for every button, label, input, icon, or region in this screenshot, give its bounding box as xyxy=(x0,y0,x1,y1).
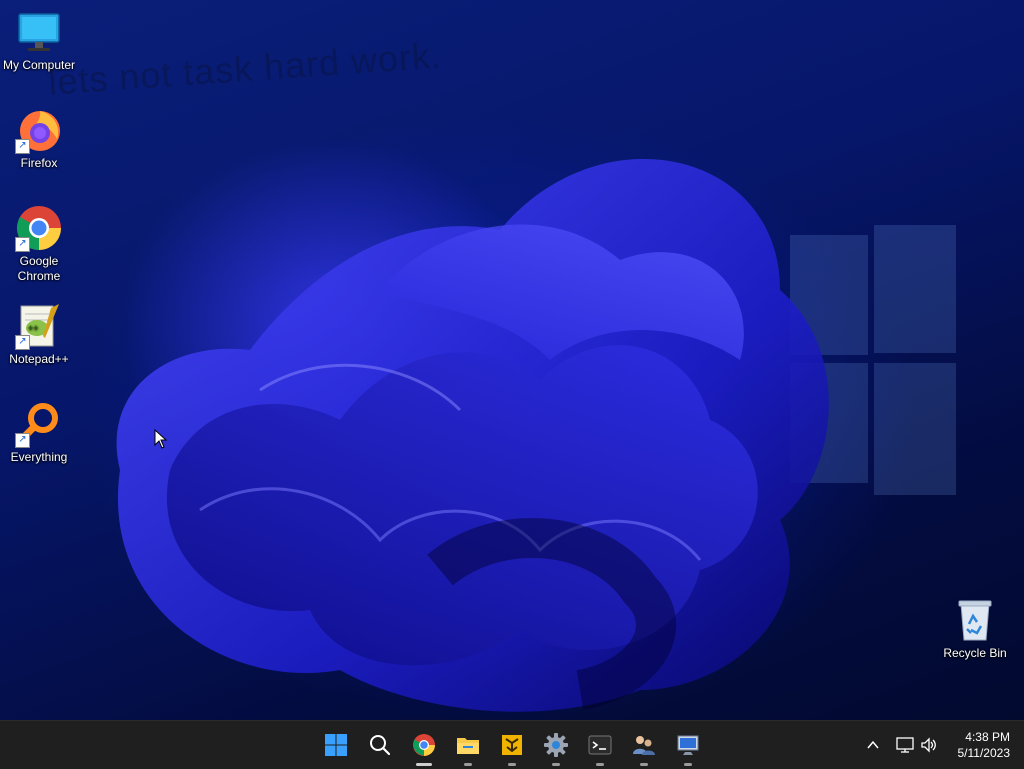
chrome-icon: ↗ xyxy=(15,204,63,252)
clock-time: 4:38 PM xyxy=(965,730,1010,744)
shortcut-arrow-icon: ↗ xyxy=(15,237,30,252)
firefox-icon: ↗ xyxy=(15,106,63,154)
tray-show-hidden-button[interactable] xyxy=(864,721,882,769)
running-indicator xyxy=(640,763,648,766)
tray-clock[interactable]: 4:38 PM 5/11/2023 xyxy=(958,729,1011,761)
remote-desktop-icon xyxy=(677,735,699,755)
yellow-tool-icon xyxy=(502,735,522,755)
mouse-cursor-icon xyxy=(154,429,168,449)
running-indicator xyxy=(508,763,516,766)
search-icon xyxy=(370,735,391,756)
folder-icon xyxy=(457,738,479,754)
users-icon xyxy=(633,736,655,755)
desktop-icon-label: Google Chrome xyxy=(17,254,61,283)
shortcut-arrow-icon: ↗ xyxy=(15,433,30,448)
desktop-icon-label: Firefox xyxy=(20,156,58,170)
taskbar-settings-button[interactable] xyxy=(538,727,574,766)
taskbar-tool-button[interactable] xyxy=(494,727,530,766)
running-indicator xyxy=(596,763,604,766)
desktop-icon-my-computer[interactable]: My Computer xyxy=(0,8,78,73)
taskbar-chrome-button[interactable] xyxy=(406,727,442,766)
desktop-icon-label: My Computer xyxy=(2,58,76,72)
desktop[interactable]: lets not task hard work. My Computer ↗ F… xyxy=(0,0,1024,720)
taskbar-start-button[interactable] xyxy=(318,727,354,763)
desktop-icon-label: Recycle Bin xyxy=(943,646,1007,660)
taskbar-remote-desktop-button[interactable] xyxy=(670,727,706,766)
taskbar: 4:38 PM 5/11/2023 xyxy=(0,720,1024,769)
wallpaper-bloom xyxy=(116,158,829,712)
taskbar-file-explorer-button[interactable] xyxy=(450,727,486,766)
desktop-icon-recycle-bin[interactable]: Recycle Bin xyxy=(936,596,1014,661)
running-indicator xyxy=(684,763,692,766)
notepadpp-icon: ++ ↗ xyxy=(15,302,63,350)
recycle-bin-icon xyxy=(951,596,999,644)
chevron-up-icon xyxy=(867,740,879,749)
desktop-icon-firefox[interactable]: ↗ Firefox xyxy=(0,106,78,171)
desktop-icon-google-chrome[interactable]: ↗ Google Chrome xyxy=(0,204,78,284)
running-indicator xyxy=(552,763,560,766)
shortcut-arrow-icon: ↗ xyxy=(15,335,30,350)
chrome-icon xyxy=(413,734,435,756)
desktop-icon-everything[interactable]: ↗ Everything xyxy=(0,400,78,465)
running-indicator xyxy=(464,763,472,766)
monitor-icon xyxy=(15,8,63,56)
tray-network-button[interactable] xyxy=(894,721,916,769)
network-icon xyxy=(896,737,914,753)
svg-text:++: ++ xyxy=(28,323,39,333)
clock-date: 5/11/2023 xyxy=(957,746,1011,760)
gear-icon xyxy=(544,733,568,757)
taskbar-search-button[interactable] xyxy=(362,727,398,763)
search-magnifier-icon: ↗ xyxy=(15,400,63,448)
running-indicator xyxy=(416,763,432,766)
terminal-icon xyxy=(588,735,612,755)
tray-volume-button[interactable] xyxy=(918,721,940,769)
desktop-icon-label: Notepad++ xyxy=(9,352,69,366)
taskbar-users-button[interactable] xyxy=(626,727,662,766)
desktop-icon-notepad-plus-plus[interactable]: ++ ↗ Notepad++ xyxy=(0,302,78,367)
volume-icon xyxy=(921,737,936,753)
desktop-icon-label: Everything xyxy=(10,450,68,464)
taskbar-terminal-button[interactable] xyxy=(582,727,618,766)
shortcut-arrow-icon: ↗ xyxy=(15,139,30,154)
windows-logo-icon xyxy=(325,734,347,756)
